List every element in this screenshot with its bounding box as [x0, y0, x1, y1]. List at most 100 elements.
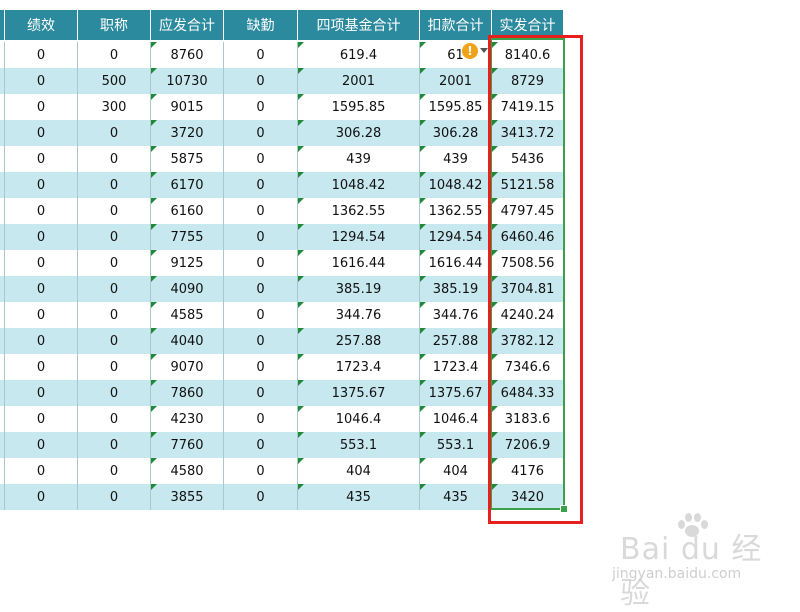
table-cell[interactable]: 1595.85 — [298, 94, 420, 120]
table-cell[interactable]: 0 — [224, 406, 298, 432]
table-cell[interactable]: 0 — [224, 458, 298, 484]
table-cell[interactable]: 344.76 — [298, 302, 420, 328]
table-cell[interactable]: 4580 — [151, 458, 224, 484]
table-cell[interactable]: 385.19 — [298, 276, 420, 302]
table-cell[interactable]: 4230 — [151, 406, 224, 432]
table-cell[interactable]: 0 — [5, 328, 78, 354]
table-cell[interactable]: 435 — [420, 484, 492, 510]
table-cell[interactable]: 4040 — [151, 328, 224, 354]
table-cell[interactable]: 0 — [5, 380, 78, 406]
table-cell[interactable]: 6170 — [151, 172, 224, 198]
table-cell[interactable]: 439 — [298, 146, 420, 172]
table-cell[interactable]: 619.4 — [298, 42, 420, 68]
table-cell[interactable]: 0 — [5, 146, 78, 172]
table-cell[interactable]: 6160 — [151, 198, 224, 224]
table-cell[interactable]: 257.88 — [420, 328, 492, 354]
column-header[interactable]: 四项基金合计 — [298, 10, 420, 40]
table-cell[interactable]: 0 — [224, 354, 298, 380]
table-cell[interactable]: 0 — [5, 432, 78, 458]
table-cell[interactable]: 0 — [5, 120, 78, 146]
table-cell[interactable]: 0 — [78, 484, 151, 510]
table-cell[interactable]: 306.28 — [420, 120, 492, 146]
table-cell[interactable]: 0 — [224, 68, 298, 94]
table-cell[interactable]: 0 — [78, 146, 151, 172]
table-cell[interactable]: 0 — [5, 458, 78, 484]
table-cell[interactable]: 1046.4 — [298, 406, 420, 432]
table-cell[interactable]: 0 — [224, 276, 298, 302]
table-cell[interactable]: 0 — [5, 484, 78, 510]
table-cell[interactable]: 1362.55 — [298, 198, 420, 224]
table-cell[interactable]: 0 — [78, 302, 151, 328]
table-cell[interactable]: 439 — [420, 146, 492, 172]
column-header[interactable]: 缺勤 — [224, 10, 298, 40]
table-cell[interactable]: 385.19 — [420, 276, 492, 302]
table-cell[interactable]: 553.1 — [298, 432, 420, 458]
table-cell[interactable]: 0 — [78, 328, 151, 354]
warning-icon[interactable]: ! — [462, 43, 478, 59]
table-cell[interactable]: 1046.4 — [420, 406, 492, 432]
table-cell[interactable]: 0 — [224, 432, 298, 458]
table-cell[interactable]: 3855 — [151, 484, 224, 510]
table-cell[interactable]: 553.1 — [420, 432, 492, 458]
table-cell[interactable]: 0 — [224, 250, 298, 276]
table-cell[interactable]: 4090 — [151, 276, 224, 302]
table-cell[interactable]: 1048.42 — [420, 172, 492, 198]
table-cell[interactable]: 0 — [78, 172, 151, 198]
table-cell[interactable]: 1723.4 — [298, 354, 420, 380]
table-cell[interactable]: 300 — [78, 94, 151, 120]
table-cell[interactable]: 4585 — [151, 302, 224, 328]
table-cell[interactable]: 0 — [224, 94, 298, 120]
table-cell[interactable]: 0 — [5, 198, 78, 224]
table-cell[interactable]: 2001 — [420, 68, 492, 94]
table-cell[interactable]: 0 — [224, 120, 298, 146]
table-cell[interactable]: 7760 — [151, 432, 224, 458]
table-cell[interactable]: 1723.4 — [420, 354, 492, 380]
table-cell[interactable]: 0 — [5, 42, 78, 68]
table-cell[interactable]: 0 — [224, 172, 298, 198]
table-cell[interactable]: 0 — [78, 120, 151, 146]
table-cell[interactable]: 257.88 — [298, 328, 420, 354]
table-cell[interactable]: 0 — [78, 276, 151, 302]
table-cell[interactable]: 0 — [224, 198, 298, 224]
table-cell[interactable]: 1294.54 — [420, 224, 492, 250]
table-cell[interactable]: 1595.85 — [420, 94, 492, 120]
table-cell[interactable]: 306.28 — [298, 120, 420, 146]
table-cell[interactable]: 0 — [78, 380, 151, 406]
table-cell[interactable]: 10730 — [151, 68, 224, 94]
table-cell[interactable]: 0 — [78, 250, 151, 276]
table-cell[interactable]: 1375.67 — [420, 380, 492, 406]
table-cell[interactable]: 0 — [224, 484, 298, 510]
table-cell[interactable]: 3720 — [151, 120, 224, 146]
table-cell[interactable]: 1616.44 — [298, 250, 420, 276]
table-cell[interactable]: 0 — [78, 42, 151, 68]
table-cell[interactable]: 404 — [298, 458, 420, 484]
table-cell[interactable]: 5875 — [151, 146, 224, 172]
table-cell[interactable]: 500 — [78, 68, 151, 94]
table-cell[interactable]: 1048.42 — [298, 172, 420, 198]
table-cell[interactable]: 0 — [224, 328, 298, 354]
table-cell[interactable]: 0 — [78, 432, 151, 458]
table-cell[interactable]: 0 — [78, 406, 151, 432]
table-cell[interactable]: 8760 — [151, 42, 224, 68]
table-cell[interactable]: 7860 — [151, 380, 224, 406]
table-cell[interactable]: 1375.67 — [298, 380, 420, 406]
table-cell[interactable]: 0 — [5, 406, 78, 432]
table-cell[interactable]: 0 — [78, 224, 151, 250]
table-cell[interactable]: 1362.55 — [420, 198, 492, 224]
table-cell[interactable]: 0 — [5, 250, 78, 276]
table-cell[interactable]: 1616.44 — [420, 250, 492, 276]
column-header[interactable]: 应发合计 — [151, 10, 224, 40]
table-cell[interactable]: 0 — [5, 94, 78, 120]
table-cell[interactable]: 0 — [5, 224, 78, 250]
column-header[interactable]: 职称 — [78, 10, 151, 40]
table-cell[interactable]: 0 — [5, 276, 78, 302]
table-cell[interactable]: 9125 — [151, 250, 224, 276]
table-cell[interactable]: 9070 — [151, 354, 224, 380]
table-cell[interactable]: 0 — [224, 224, 298, 250]
table-cell[interactable]: 0 — [78, 198, 151, 224]
table-cell[interactable]: 0 — [78, 354, 151, 380]
table-cell[interactable]: 344.76 — [420, 302, 492, 328]
table-cell[interactable]: 0 — [224, 302, 298, 328]
table-cell[interactable]: 435 — [298, 484, 420, 510]
table-cell[interactable]: 0 — [224, 380, 298, 406]
